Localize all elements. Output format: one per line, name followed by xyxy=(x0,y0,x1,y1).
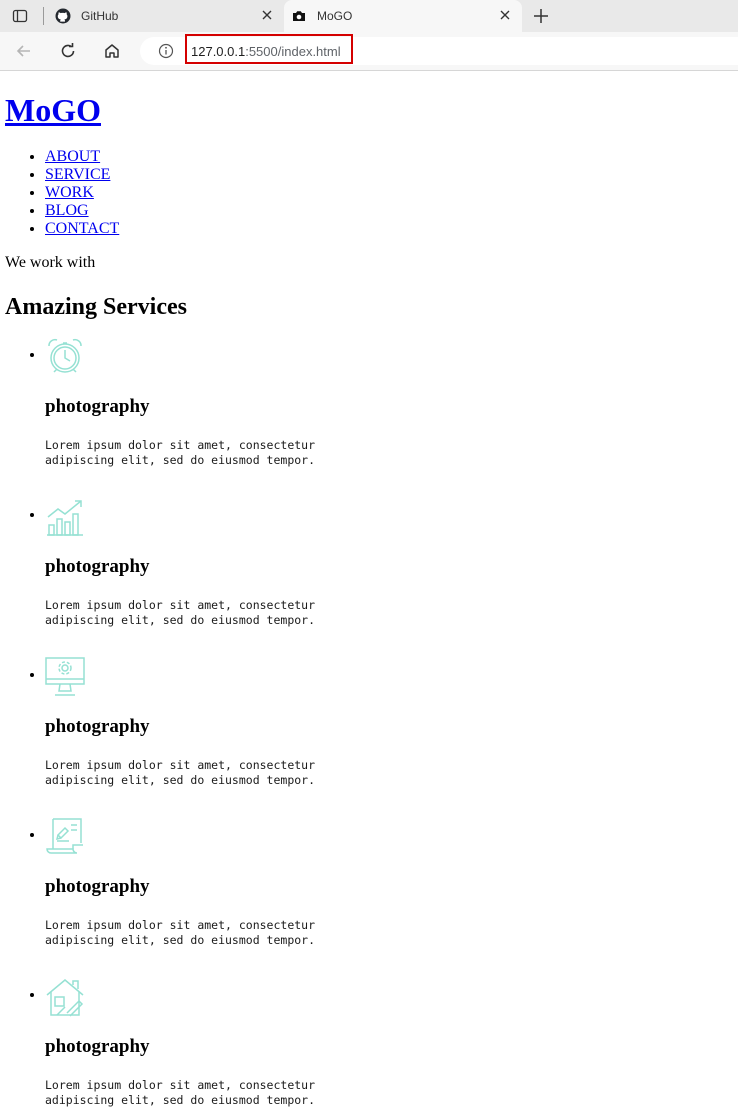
service-title: photography xyxy=(45,1036,150,1057)
camera-icon xyxy=(293,11,305,21)
nav-link-contact[interactable]: CONTACT xyxy=(45,220,119,237)
page-content: MoGO ABOUT SERVICE WORK BLOG CONTACT We … xyxy=(0,92,738,1108)
tab-divider xyxy=(43,7,44,25)
services-tagline: We work with xyxy=(5,254,96,271)
close-tab-icon[interactable] xyxy=(260,8,274,22)
service-description: Lorem ipsum dolor sit amet, consectetur … xyxy=(45,598,316,627)
service-title: photography xyxy=(45,556,150,577)
alarm-clock-icon xyxy=(48,338,82,373)
growth-chart-icon xyxy=(47,500,83,536)
service-title: photography xyxy=(45,716,150,737)
nav-item-blog: BLOG xyxy=(45,202,738,220)
nav-item-service: SERVICE xyxy=(45,166,738,184)
house-design-icon xyxy=(46,979,84,1017)
url-text[interactable]: 127.0.0.1:5500/index.html xyxy=(191,44,341,59)
service-description: Lorem ipsum dolor sit amet, consectetur … xyxy=(45,758,316,787)
nav-link-about[interactable]: ABOUT xyxy=(45,148,100,165)
service-item: photography Lorem ipsum dolor sit amet, … xyxy=(45,653,738,788)
service-item: photography Lorem ipsum dolor sit amet, … xyxy=(45,333,738,468)
site-logo: MoGO xyxy=(5,92,738,129)
logo-link[interactable]: MoGO xyxy=(5,92,101,128)
nav-link-service[interactable]: SERVICE xyxy=(45,166,110,183)
github-icon xyxy=(55,8,71,24)
main-nav: ABOUT SERVICE WORK BLOG CONTACT xyxy=(5,148,738,238)
service-title: photography xyxy=(45,396,150,417)
service-description: Lorem ipsum dolor sit amet, consectetur … xyxy=(45,918,316,947)
site-info-icon[interactable] xyxy=(158,43,174,59)
service-item: photography Lorem ipsum dolor sit amet, … xyxy=(45,973,738,1108)
tab-title: MoGO xyxy=(317,9,353,23)
nav-item-contact: CONTACT xyxy=(45,220,738,238)
tab-strip: GitHub MoGO xyxy=(0,0,738,32)
home-icon[interactable] xyxy=(103,42,121,60)
tab-github[interactable]: GitHub xyxy=(48,0,284,32)
service-item: photography Lorem ipsum dolor sit amet, … xyxy=(45,493,738,628)
services-list: photography Lorem ipsum dolor sit amet, … xyxy=(5,333,738,1108)
new-tab-icon[interactable] xyxy=(532,7,550,25)
tab-actions-icon[interactable] xyxy=(12,8,28,24)
scroll-document-icon xyxy=(46,818,83,854)
nav-item-work: WORK xyxy=(45,184,738,202)
nav-link-work[interactable]: WORK xyxy=(45,184,94,201)
monitor-gear-icon xyxy=(45,657,85,696)
nav-item-about: ABOUT xyxy=(45,148,738,166)
tab-title: GitHub xyxy=(81,9,119,23)
service-description: Lorem ipsum dolor sit amet, consectetur … xyxy=(45,1078,316,1107)
address-bar[interactable]: 127.0.0.1:5500/index.html xyxy=(140,34,738,65)
service-title: photography xyxy=(45,876,150,897)
browser-toolbar: 127.0.0.1:5500/index.html xyxy=(0,32,738,71)
close-tab-icon[interactable] xyxy=(498,8,512,22)
tab-mogo[interactable]: MoGO xyxy=(284,0,522,32)
url-path: :5500/index.html xyxy=(245,44,341,59)
service-description: Lorem ipsum dolor sit amet, consectetur … xyxy=(45,438,316,467)
nav-link-blog[interactable]: BLOG xyxy=(45,202,89,219)
services-title: Amazing Services xyxy=(5,294,187,320)
back-icon[interactable] xyxy=(15,42,33,60)
reload-icon[interactable] xyxy=(59,42,77,60)
service-item: photography Lorem ipsum dolor sit amet, … xyxy=(45,813,738,948)
url-host: 127.0.0.1 xyxy=(191,44,246,59)
